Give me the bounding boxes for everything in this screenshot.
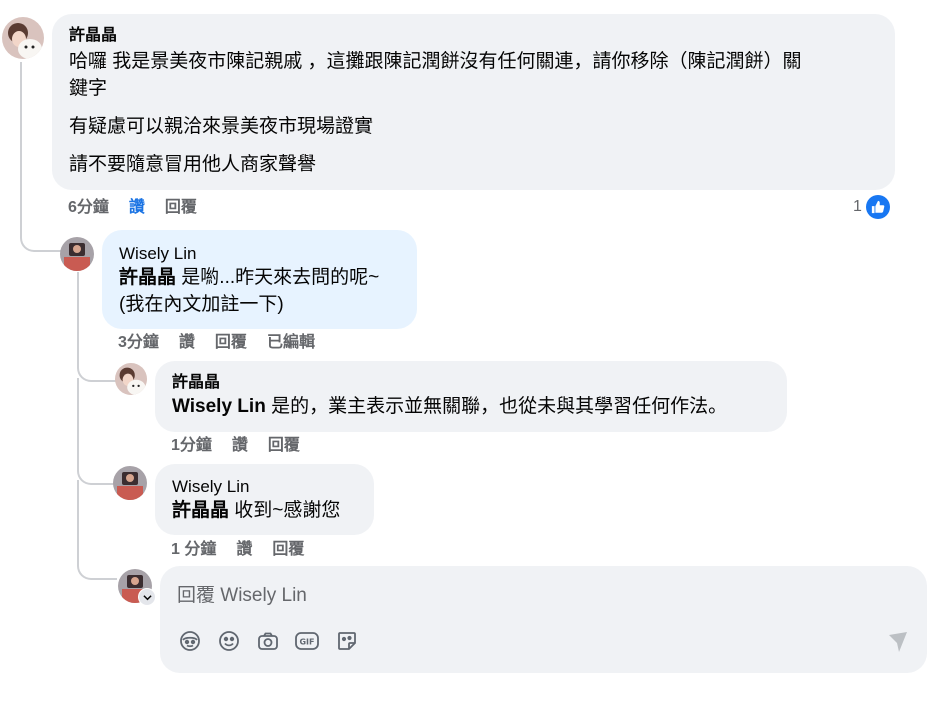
emoji-icon[interactable] [216,628,242,654]
comment-text: 有疑慮可以親洽來景美夜市現場證實 [69,116,374,137]
comment-actions: 1分鐘 讚 回覆 [171,436,300,456]
comment-author[interactable]: Wisely Lin [172,477,357,497]
svg-text:GIF: GIF [299,638,314,647]
sticker-icon[interactable] [334,628,360,654]
comment-text: 鍵字 [69,78,108,99]
avatar[interactable] [2,17,44,59]
mention-link[interactable]: Wisely Lin [172,396,266,417]
reaction-count-value: 1 [853,198,862,215]
comment-text: 許晶晶 是喲...昨天來去問的呢~ [119,264,400,291]
timestamp[interactable]: 1分鐘 [171,436,212,456]
comment-text-content: 是的，業主表示並無關聯，也從未與其學習任何作法。 [265,396,728,417]
reply-button[interactable]: 回覆 [215,333,247,353]
timestamp[interactable]: 3分鐘 [118,333,159,353]
edited-label[interactable]: 已編輯 [267,333,315,353]
thread-line [77,480,117,580]
mention-link[interactable]: 許晶晶 [172,500,229,521]
avatar[interactable] [60,237,94,271]
comment-actions: 6分鐘 讚 回覆 [68,198,197,218]
comment-text-content: 收到~感謝您 [229,500,341,521]
reply-composer[interactable]: 回覆 Wisely Lin GIF [160,566,927,673]
mention-link[interactable]: 許晶晶 [119,267,176,288]
comment-thread: 許晶晶 哈囉 我是景美夜市陳記親戚 ，這攤跟陳記潤餅沒有任何關連，請你移除（陳記… [0,0,950,711]
reply-input-placeholder[interactable]: 回覆 Wisely Lin [177,580,307,607]
camera-icon[interactable] [255,628,281,654]
comment-bubble: Wisely Lin 許晶晶 收到~感謝您 [155,464,374,535]
send-icon[interactable] [885,629,911,655]
chevron-down-icon[interactable] [138,588,156,606]
avatar[interactable] [115,363,147,395]
comment-actions: 3分鐘 讚 回覆 已編輯 [118,333,315,353]
avatar-sticker-icon[interactable] [177,628,203,654]
thumbs-up-icon [865,195,890,219]
like-button[interactable]: 讚 [129,198,145,218]
reply-button[interactable]: 回覆 [268,436,300,456]
reply-button[interactable]: 回覆 [272,540,304,560]
comment-bubble: 許晶晶 Wisely Lin 是的，業主表示並無關聯，也從未與其學習任何作法。 [155,361,787,432]
like-button[interactable]: 讚 [179,333,195,353]
comment-author[interactable]: Wisely Lin [119,244,400,264]
comment-text: 哈囉 我是景美夜市陳記親戚 ，這攤跟陳記潤餅沒有任何關連，請你移除（陳記潤餅）關 [69,51,802,72]
comment-author[interactable]: 許晶晶 [69,26,878,46]
like-button[interactable]: 讚 [232,436,248,456]
comment-bubble: Wisely Lin 許晶晶 是喲...昨天來去問的呢~ (我在內文加註一下) [102,230,417,329]
comment-text: 請不要隨意冒用他人商家聲譽 [69,154,317,175]
timestamp[interactable]: 1 分鐘 [171,540,216,560]
like-button[interactable]: 讚 [236,540,252,560]
comment-author[interactable]: 許晶晶 [172,373,770,393]
timestamp[interactable]: 6分鐘 [68,198,109,218]
thread-line [77,378,117,485]
comment-actions: 1 分鐘 讚 回覆 [171,540,304,560]
comment-text: (我在內文加註一下) [119,294,284,315]
comment-text: Wisely Lin 是的，業主表示並無關聯，也從未與其學習任何作法。 [172,393,770,420]
gif-icon[interactable]: GIF [294,628,320,654]
reaction-count[interactable]: 1 [853,195,890,219]
comment-text-content: 是喲...昨天來去問的呢~ [176,267,380,288]
comment-bubble: 許晶晶 哈囉 我是景美夜市陳記親戚 ，這攤跟陳記潤餅沒有任何關連，請你移除（陳記… [52,14,895,190]
reply-button[interactable]: 回覆 [165,198,197,218]
comment-text: 許晶晶 收到~感謝您 [172,497,357,524]
avatar[interactable] [113,466,147,500]
